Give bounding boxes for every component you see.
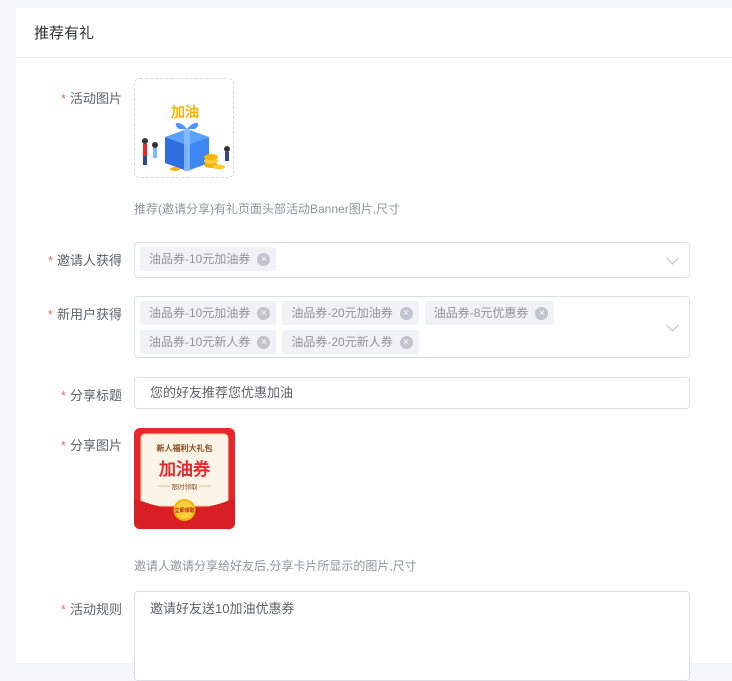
inviter-reward-row: * 邀请人获得 油品券-10元加油券 × <box>16 242 732 278</box>
svg-text:加油券: 加油券 <box>158 459 211 479</box>
tag-label: 油品券-10元加油券 <box>149 252 251 266</box>
close-icon[interactable]: × <box>399 335 413 349</box>
svg-text:新人福利大礼包: 新人福利大礼包 <box>157 443 213 453</box>
selected-tag: 油品券-10元加油券 × <box>140 301 277 325</box>
share-image-thumbnail: 新人福利大礼包 加油券 限时领取 立即领取 <box>134 428 235 529</box>
selected-tag: 油品券-10元新人券 × <box>140 330 277 354</box>
selected-tag: 油品券-20元加油券 × <box>282 301 419 325</box>
tag-label: 油品券-8元优惠券 <box>433 306 529 320</box>
tag-label: 油品券-10元加油券 <box>149 306 251 320</box>
tag-label: 油品券-20元加油券 <box>291 306 393 320</box>
inviter-reward-label: * 邀请人获得 <box>47 253 122 268</box>
inviter-reward-tags: 油品券-10元加油券 × <box>140 247 659 271</box>
tag-label: 油品券-10元新人券 <box>149 335 251 349</box>
close-icon[interactable]: × <box>535 306 549 320</box>
rules-label: * 活动规则 <box>60 602 122 617</box>
share-title-label: * 分享标题 <box>60 388 122 403</box>
chevron-down-icon[interactable] <box>666 251 679 265</box>
required-mark: * <box>47 253 53 268</box>
required-mark: * <box>47 307 53 322</box>
close-icon[interactable]: × <box>399 306 413 320</box>
tag-label: 油品券-20元新人券 <box>291 335 393 349</box>
share-image-upload[interactable]: 新人福利大礼包 加油券 限时领取 立即领取 <box>134 428 235 529</box>
required-mark: * <box>60 438 66 453</box>
close-icon[interactable]: × <box>257 306 271 320</box>
activity-image-upload[interactable]: 加油 <box>134 78 234 178</box>
share-image-label: * 分享图片 <box>60 438 122 453</box>
selected-tag: 油品券-8元优惠券 × <box>424 301 555 325</box>
new-user-reward-label: * 新用户获得 <box>47 307 122 322</box>
close-icon[interactable]: × <box>257 252 271 266</box>
new-user-reward-select[interactable]: 油品券-10元加油券 × 油品券-20元加油券 × 油品券-8元优惠券 × 油品券-10元新… <box>134 296 690 358</box>
svg-text:加油: 加油 <box>170 104 199 120</box>
selected-tag: 油品券-20元新人券 × <box>282 330 419 354</box>
new-user-reward-row: * 新用户获得 油品券-10元加油券 × 油品券-20元加油券 × 油品券-8元优惠券 × 油… <box>16 296 732 358</box>
svg-text:限时领取: 限时领取 <box>172 482 199 491</box>
card-title: 推荐有礼 <box>16 8 732 58</box>
referral-form-card: 推荐有礼 * 活动图片 加油 推荐(邀请分享)有礼页面头部活动Banner图片,… <box>16 8 732 681</box>
activity-image-label: * 活动图片 <box>60 91 122 106</box>
new-user-reward-tags: 油品券-10元加油券 × 油品券-20元加油券 × 油品券-8元优惠券 × 油品券-10元新… <box>140 301 570 354</box>
required-mark: * <box>60 602 66 617</box>
selected-tag: 油品券-10元加油券 × <box>140 247 277 271</box>
inviter-reward-select[interactable]: 油品券-10元加油券 × <box>134 242 690 278</box>
required-mark: * <box>60 388 66 403</box>
svg-text:立即领取: 立即领取 <box>174 507 194 514</box>
close-icon[interactable]: × <box>257 335 271 349</box>
activity-image-hint: 推荐(邀请分享)有礼页面头部活动Banner图片,尺寸 <box>134 202 401 216</box>
share-title-input[interactable]: 您的好友推荐您优惠加油 <box>134 377 690 409</box>
chevron-down-icon[interactable] <box>666 318 679 332</box>
required-mark: * <box>60 91 66 106</box>
activity-image-thumbnail: 加油 <box>135 79 233 177</box>
share-image-hint: 邀请人邀请分享给好友后,分享卡片所显示的图片,尺寸 <box>134 559 417 573</box>
rules-textarea[interactable]: 邀请好友送10加油优惠券 <box>134 591 690 681</box>
